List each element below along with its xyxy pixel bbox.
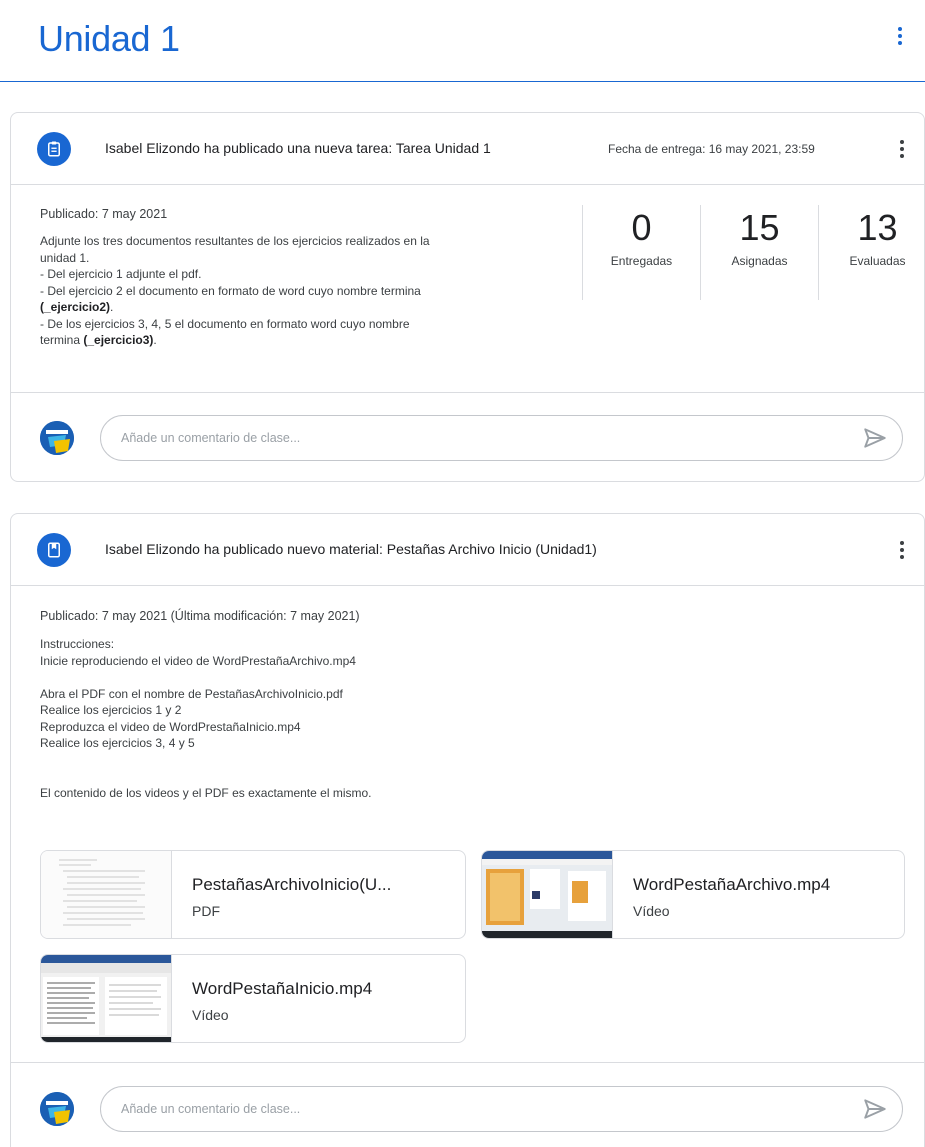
video-thumbnail [482,851,613,938]
instruction-line [40,752,740,769]
assignment-card: Isabel Elizondo ha publicado una nueva t… [10,112,925,482]
topic-header: Unidad 1 [0,0,925,82]
instruction-line: Realice los ejercicios 3, 4 y 5 [40,736,195,750]
assignment-due-date: Fecha de entrega: 16 may 2021, 23:59 [608,142,815,156]
instruction-line: Reproduzca el video de WordPrestañaInici… [40,719,301,734]
material-card: Isabel Elizondo ha publicado nuevo mater… [10,513,925,1147]
comment-input[interactable] [100,415,903,461]
description-line: - Del ejercicio 2 el documento en format… [40,283,421,298]
topic-more-options-icon[interactable] [888,24,912,48]
instruction-line: Abra el PDF con el nombre de PestañasArc… [40,686,343,701]
instruction-line: El contenido de los videos y el PDF es e… [40,785,372,800]
description-line: unidad 1. [40,250,90,265]
assignment-comment-bar [11,392,924,481]
send-icon[interactable] [862,425,888,451]
comment-input[interactable] [100,1086,903,1132]
material-icon [37,533,71,567]
instruction-line: Instrucciones: [40,637,115,651]
pdf-thumbnail [41,851,172,938]
assignment-more-options-icon[interactable] [890,137,914,161]
material-instructions: Instrucciones: Inicie reproduciendo el v… [40,636,740,801]
material-more-options-icon[interactable] [890,538,914,562]
stat-submitted[interactable]: 0 Entregadas [582,205,700,300]
attachment-type: Vídeo [192,1007,229,1023]
description-line: - Del ejercicio 1 adjunte el pdf. [40,267,202,281]
material-card-header[interactable]: Isabel Elizondo ha publicado nuevo mater… [11,514,924,586]
attachment-name: WordPestañaArchivo.mp4 [633,875,831,894]
assignment-description: Adjunte los tres documentos resultantes … [40,233,580,349]
attachment-video-archivo[interactable]: WordPestañaArchivo.mp4 Vídeo [481,850,905,939]
attachment-name: WordPestañaInicio.mp4 [192,979,373,998]
assignment-card-header[interactable]: Isabel Elizondo ha publicado una nueva t… [11,113,924,185]
stat-graded[interactable]: 13 Evaluadas [818,205,924,300]
assignment-icon [37,132,71,166]
material-title: Isabel Elizondo ha publicado nuevo mater… [105,541,597,557]
description-line: termina (_ejercicio3). [40,333,157,347]
instruction-line [40,669,740,686]
description-line: (_ejercicio2). [40,300,114,314]
avatar [40,1092,74,1126]
assignment-published-date: Publicado: 7 may 2021 [40,207,168,221]
avatar [40,421,74,455]
send-icon[interactable] [862,1096,888,1122]
attachment-type: Vídeo [633,903,670,919]
attachment-pdf[interactable]: PestañasArchivoInicio(U... PDF [40,850,466,939]
attachment-type: PDF [192,903,220,919]
attachment-video-inicio[interactable]: WordPestañaInicio.mp4 Vídeo [40,954,466,1043]
material-published-date: Publicado: 7 may 2021 (Última modificaci… [40,609,360,623]
instruction-line: Realice los ejercicios 1 y 2 [40,703,182,717]
video-thumbnail [41,955,172,1042]
instruction-line: Inicie reproduciendo el video de WordPre… [40,653,356,668]
topic-title: Unidad 1 [38,18,180,59]
attachment-name: PestañasArchivoInicio(U... [192,875,392,894]
stat-assigned[interactable]: 15 Asignadas [700,205,818,300]
assignment-title: Isabel Elizondo ha publicado una nueva t… [105,140,491,156]
instruction-line [40,768,740,785]
description-line: Adjunte los tres documentos resultantes … [40,234,430,248]
description-line: - De los ejercicios 3, 4, 5 el documento… [40,316,410,331]
material-comment-bar [11,1062,924,1147]
assignment-stats: 0 Entregadas 15 Asignadas 13 Evaluadas [582,205,924,300]
